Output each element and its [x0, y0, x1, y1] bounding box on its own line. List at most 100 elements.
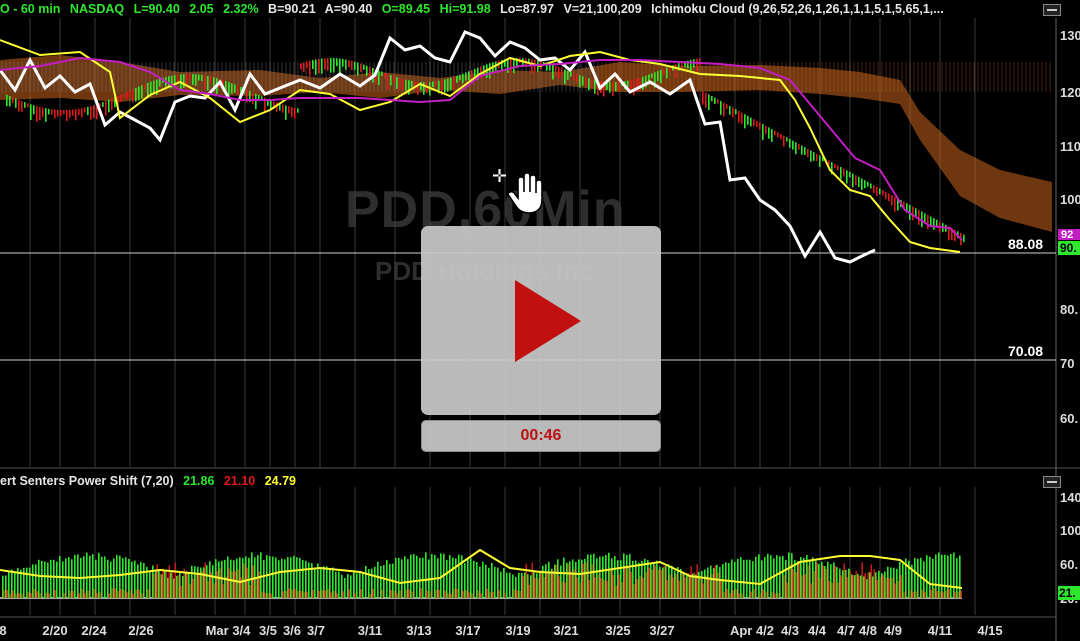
- candle: [90, 106, 92, 120]
- candle: [747, 115, 749, 125]
- indicator-bar-red: [393, 590, 395, 598]
- indicator-bar-red: [945, 590, 947, 598]
- indicator-bar-red: [771, 591, 773, 598]
- indicator-bar-green: [8, 570, 10, 598]
- indicator-bar-green: [488, 567, 490, 598]
- indicator-bar-red: [486, 588, 488, 598]
- indicator-bar-green: [596, 558, 598, 598]
- indicator-bar-red: [807, 565, 809, 598]
- indicator-bar-red: [942, 592, 944, 598]
- indicator-bar-red: [714, 565, 716, 598]
- indicator-bar-green: [14, 571, 16, 598]
- indicator-bar-red: [186, 571, 188, 598]
- indicator-bar-green: [38, 559, 40, 598]
- indicator-bar-red: [957, 591, 959, 598]
- indicator-bar-green: [191, 565, 193, 598]
- indicator-bar-green: [350, 575, 352, 598]
- indicator-bar-red: [858, 575, 860, 598]
- indicator-bar-green: [608, 552, 610, 598]
- indicator-bar-red: [876, 579, 878, 598]
- candle: [84, 107, 86, 113]
- play-icon[interactable]: [515, 280, 581, 362]
- candle: [255, 93, 257, 110]
- indicator-bar-green: [719, 566, 721, 598]
- time-axis-label: 3/5: [259, 623, 277, 638]
- candle: [456, 75, 458, 83]
- open-price: O=89.45: [381, 2, 431, 16]
- indicator-bar-green: [620, 560, 622, 598]
- candle: [333, 58, 335, 73]
- candle: [201, 74, 203, 81]
- indicator-bar-green: [857, 573, 859, 598]
- indicator-bar-green: [839, 568, 841, 598]
- indicator-bar-green: [440, 553, 442, 598]
- indicator-bar-green: [827, 561, 829, 598]
- candle: [927, 214, 929, 230]
- candle: [330, 58, 332, 73]
- indicator-bar-green: [473, 560, 475, 598]
- indicator-bar-green: [605, 554, 607, 598]
- indicator-bar-red: [690, 566, 692, 598]
- indicator-bar-green: [818, 564, 820, 598]
- candle: [834, 163, 836, 169]
- indicator-bar-green: [830, 564, 832, 598]
- candle: [210, 76, 212, 84]
- indicator-collapse-icon[interactable]: [1043, 476, 1061, 488]
- indicator-bar-red: [537, 578, 539, 598]
- indicator-bar-green: [509, 572, 511, 598]
- video-timer: 00:46: [421, 420, 661, 452]
- candle: [618, 81, 620, 92]
- indicator-bar-green: [32, 564, 34, 598]
- candle: [843, 168, 845, 177]
- indicator-bar-green: [569, 561, 571, 598]
- candle: [717, 99, 719, 104]
- candle: [585, 77, 587, 86]
- candle: [642, 76, 644, 90]
- indicator-bar-green: [884, 571, 886, 598]
- candle: [666, 67, 668, 79]
- indicator-bar-red: [855, 571, 857, 598]
- candle: [783, 135, 785, 147]
- indicator-bar-green: [416, 555, 418, 598]
- indicator-bar-green: [137, 564, 139, 598]
- candle: [54, 109, 56, 119]
- indicator-bar-green: [599, 556, 601, 598]
- indicator-bar-red: [726, 588, 728, 598]
- indicator-bar-red: [252, 565, 254, 598]
- candle: [870, 183, 872, 189]
- candle: [6, 94, 8, 107]
- indicator-bar-green: [869, 572, 871, 598]
- indicator-bar-green: [662, 567, 664, 598]
- indicator-bar-green: [11, 569, 13, 598]
- indicator-bar-red: [165, 569, 167, 598]
- indicator-bar-green: [431, 554, 433, 598]
- indicator-bar-green: [887, 566, 889, 598]
- indicator-bar-red: [87, 590, 89, 598]
- indicator-bar-red: [162, 568, 164, 598]
- indicator-bar-red: [684, 577, 686, 598]
- indicator-bar-green: [41, 560, 43, 598]
- indicator-bar-red: [504, 593, 506, 598]
- time-axis-label: 4/4: [808, 623, 827, 638]
- indicator-bar-green: [212, 565, 214, 598]
- indicator-bar-green: [788, 552, 790, 598]
- indicator-bar-green: [281, 558, 283, 598]
- candle: [294, 107, 296, 119]
- indicator-bar-red: [534, 577, 536, 598]
- indicator-bar-green: [716, 564, 718, 598]
- indicator-tick-label: 100: [1060, 523, 1080, 538]
- candle: [45, 108, 47, 122]
- indicator-bar-green: [674, 570, 676, 598]
- price-badge-label: 92: [1061, 229, 1073, 241]
- candle: [276, 102, 278, 112]
- indicator-bar-green: [950, 553, 952, 598]
- collapse-icon[interactable]: [1043, 4, 1061, 16]
- indicator-bar-red: [864, 573, 866, 598]
- candle: [774, 130, 776, 136]
- indicator-bar-green: [62, 561, 64, 598]
- quote-header: O - 60 min NASDAQ L=90.40 2.05 2.32% B=9…: [0, 2, 950, 18]
- indicator-bar-green: [803, 557, 805, 598]
- indicator-bar-red: [216, 570, 218, 598]
- indicator-bar-green: [395, 557, 397, 598]
- candle: [510, 58, 512, 74]
